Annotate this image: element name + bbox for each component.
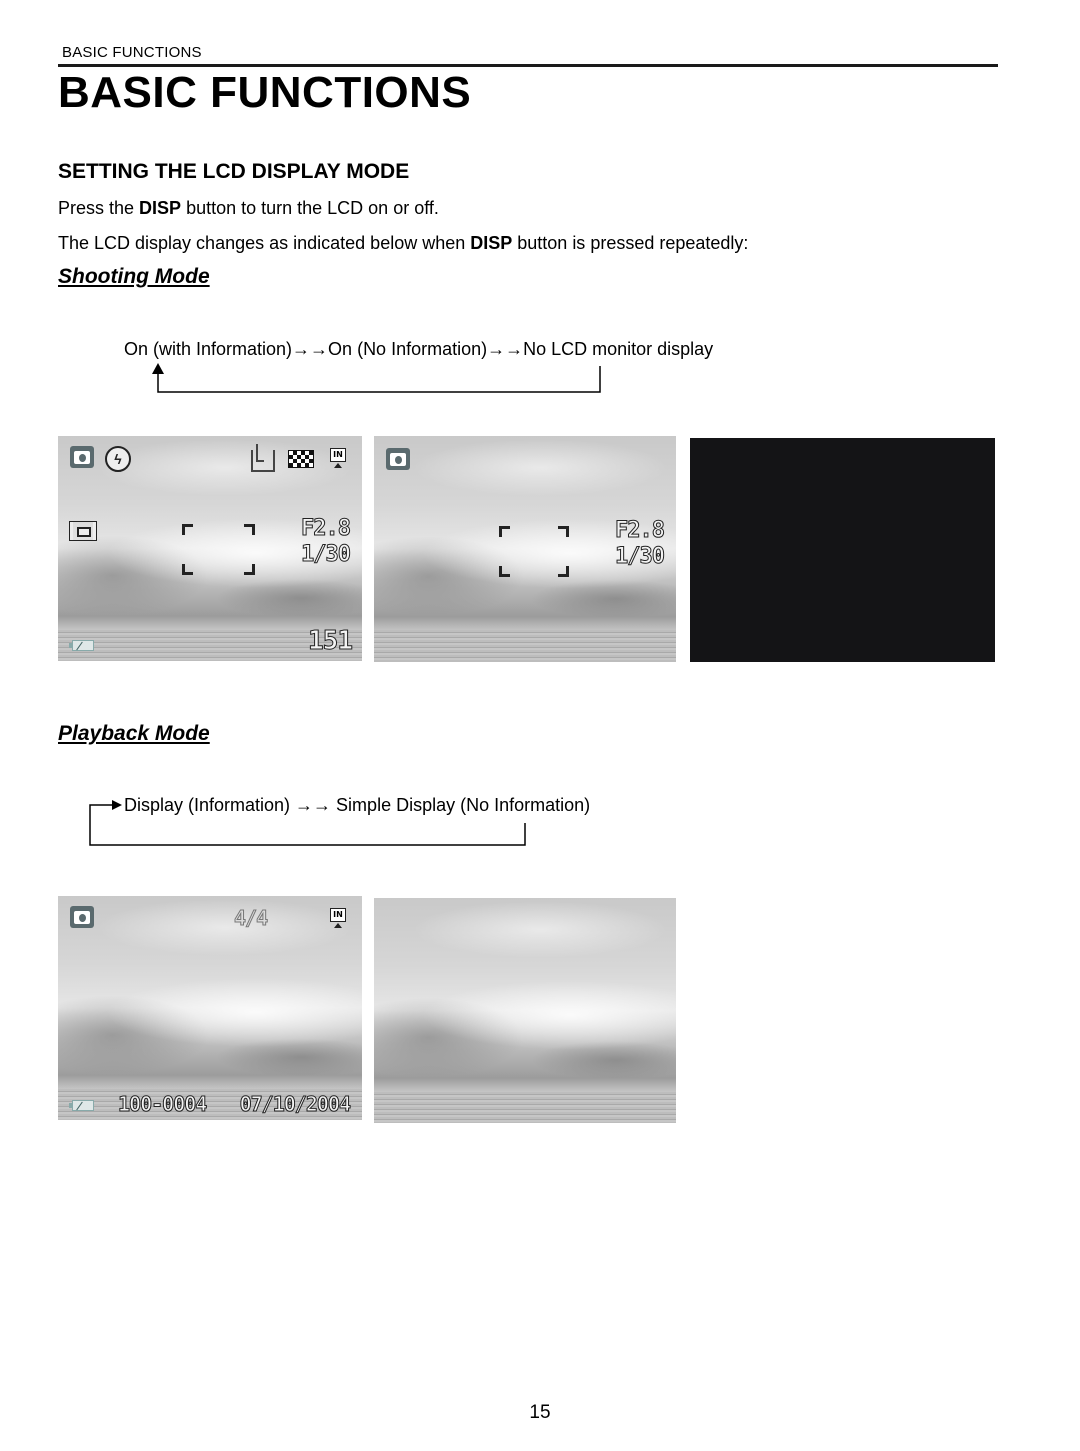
af-bracket-icon [182, 564, 193, 575]
quality-icon [288, 450, 314, 468]
text: Press the [58, 198, 140, 218]
scene-image [58, 896, 362, 1120]
arrowhead-right-icon [112, 800, 122, 810]
lcd-screen-playback-info: 4/4 IN 100-0004 07/10/2004 [58, 896, 362, 1120]
shutter-value: 1/30 [615, 544, 666, 570]
lcd-screen-off [690, 438, 995, 662]
internal-memory-icon: IN [330, 908, 346, 922]
paragraph-disp-toggle: Press the DISP button to turn the LCD on… [58, 198, 439, 219]
disp-keyword: DISP [470, 233, 513, 253]
cycle-line [157, 366, 601, 393]
af-bracket-icon [499, 566, 510, 577]
section-title: SETTING THE LCD DISPLAY MODE [58, 160, 410, 183]
scene-image [374, 898, 676, 1123]
frame-counter: 4/4 [233, 906, 268, 931]
battery-icon [69, 1100, 94, 1111]
header-rule [58, 64, 998, 67]
playback-mode-title: Playback Mode [58, 722, 210, 745]
capture-date: 07/10/2004 [239, 1092, 351, 1117]
shooting-mode-flow: On (with Information)→→On (No Informatio… [124, 339, 714, 359]
file-number: 100-0004 [117, 1092, 207, 1117]
aperture-value: F2.8 [615, 518, 666, 544]
shutter-value: 1/30 [301, 542, 352, 568]
af-bracket-icon [499, 526, 510, 537]
aperture-value: F2.8 [301, 516, 352, 542]
memory-arrow-icon [334, 463, 342, 468]
page-number: 15 [529, 1402, 551, 1423]
af-area-icon [69, 521, 97, 541]
image-size-icon [251, 444, 275, 472]
page-title: BASIC FUNCTIONS [58, 68, 472, 117]
arrowhead-up-icon [152, 363, 164, 374]
scene-sea [374, 630, 676, 662]
memory-arrow-icon [334, 923, 342, 928]
battery-icon [69, 640, 94, 651]
af-bracket-icon [558, 526, 569, 537]
af-bracket-icon [558, 566, 569, 577]
lcd-screen-playback-simple [374, 898, 676, 1123]
paragraph-disp-repeat: The LCD display changes as indicated bel… [58, 233, 748, 254]
af-bracket-icon [244, 524, 255, 535]
lcd-screen-shooting-no-info: F2.8 1/30 [374, 436, 676, 662]
af-bracket-icon [244, 564, 255, 575]
running-head: BASIC FUNCTIONS [62, 44, 202, 61]
camera-mode-icon [70, 446, 94, 468]
shots-remaining: 151 [308, 626, 354, 657]
af-bracket-icon [182, 524, 193, 535]
playback-mode-flow: Display (Information) →→ Simple Display … [124, 795, 591, 815]
text: The LCD display changes as indicated bel… [58, 233, 471, 253]
lcd-screen-shooting-info: ϟ IN F2.8 1/30 151 [58, 436, 362, 661]
text: button is pressed repeatedly: [512, 233, 749, 253]
disp-keyword: DISP [139, 198, 182, 218]
camera-mode-icon [386, 448, 410, 470]
internal-memory-icon: IN [330, 448, 346, 462]
text: button to turn the LCD on or off. [181, 198, 439, 218]
camera-mode-icon [70, 906, 94, 928]
scene-sea [374, 1091, 676, 1123]
shooting-mode-title: Shooting Mode [58, 265, 210, 288]
flash-off-icon: ϟ [105, 446, 131, 472]
shooting-cycle-arrow [152, 363, 601, 393]
